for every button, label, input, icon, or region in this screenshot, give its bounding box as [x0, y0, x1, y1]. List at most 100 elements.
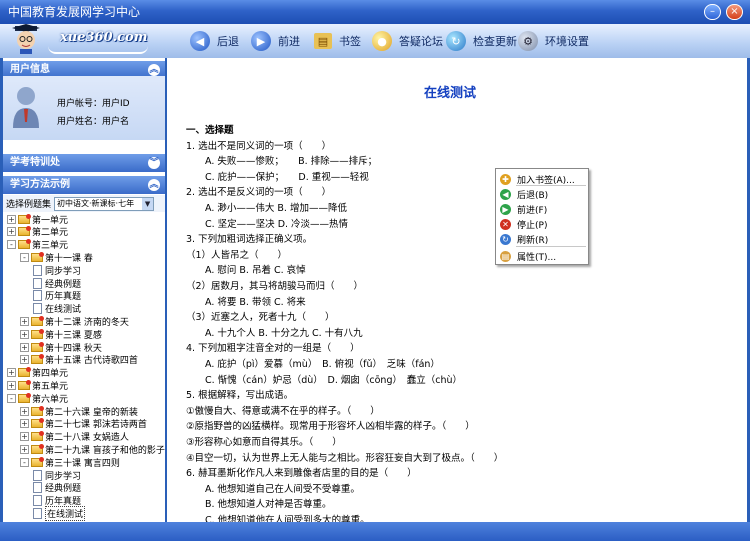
question-line: 6. 赫耳墨斯化作凡人来到雕像者店里的目的是（ ） [186, 468, 417, 480]
nav-forward-button[interactable]: ▶ 前进 [251, 28, 300, 54]
dropdown-arrow-icon[interactable]: ▼ [142, 197, 154, 210]
context-menu-item[interactable]: ◀ 后退(B) [496, 187, 588, 201]
marker-icon [39, 251, 44, 257]
context-menu-label: 前进(F) [517, 205, 548, 216]
tree-toggle-icon[interactable]: + [7, 368, 16, 378]
tree-node[interactable]: 在线测试 [33, 303, 81, 315]
logo: xue360.com [4, 24, 164, 58]
nav-forum-label: 答疑论坛 [399, 35, 443, 48]
document-icon [33, 290, 42, 302]
tree-node-label: 第四单元 [32, 369, 69, 380]
example-set-select[interactable]: 初中语文·新课标·七年 ▼ [54, 196, 155, 211]
tree-node[interactable]: 经典例题 [33, 277, 81, 290]
folder-icon [31, 418, 44, 429]
nav-settings-button[interactable]: ⚙ 环境设置 [518, 28, 589, 54]
marker-icon [39, 405, 44, 411]
document-icon [33, 495, 42, 507]
folder-icon [18, 213, 31, 224]
tree-node[interactable]: 历年真题 [33, 495, 81, 507]
document-icon [33, 277, 42, 289]
example-set-row: 选择例题集 初中语文·新课标·七年 ▼ [3, 195, 165, 212]
tree-toggle-icon[interactable]: - [7, 240, 16, 250]
method-header[interactable]: 学习方法示例 ︽ [3, 176, 165, 194]
close-button[interactable]: × [726, 4, 743, 20]
nav-back-button[interactable]: ◀ 后退 [190, 28, 239, 54]
tree-node[interactable]: + 第二十八课 女娲造人 [20, 431, 129, 443]
tree-node[interactable]: + 第十五课 古代诗歌四首 [20, 354, 138, 366]
tree-toggle-icon[interactable]: + [20, 355, 29, 365]
tree-node[interactable]: 同步学习 [33, 469, 81, 482]
tree-toggle-icon[interactable]: - [20, 457, 29, 467]
tree-node[interactable]: + 第二十七课 郭沫若诗两首 [20, 418, 147, 430]
tree-node-label: 第十三课 夏感 [45, 330, 102, 341]
tree-toggle-icon[interactable]: + [20, 419, 29, 429]
tree-node[interactable]: 同步学习 [33, 264, 81, 277]
collapse-icon[interactable]: ︽ [148, 64, 160, 76]
context-menu-item[interactable]: ✕ 停止(P) [496, 217, 588, 231]
title-bar: 中国教育发展网学习中心 – × [0, 0, 750, 24]
tree-node-label: 第十四课 秋天 [45, 343, 102, 354]
context-menu-item[interactable]: ▶ 前进(F) [496, 202, 588, 216]
nav-update-button[interactable]: ↻ 检查更新 [446, 28, 517, 54]
marker-icon [39, 418, 44, 424]
tree-toggle-icon[interactable]: + [7, 214, 16, 224]
page-title: 在线测试 [423, 86, 476, 101]
context-menu-item[interactable]: ▤ 属性(T)... [496, 249, 588, 263]
tree-toggle-icon[interactable]: + [20, 342, 29, 352]
tree-node[interactable]: 在线测试 [33, 505, 86, 521]
context-menu-label: 停止(P) [517, 220, 548, 231]
back-icon: ◀ [190, 31, 210, 51]
tree-node[interactable]: + 第十二课 济南的冬天 [20, 315, 129, 328]
nav-bookmark-button[interactable]: ▤ 书签 [314, 28, 361, 54]
nav-forum-button[interactable]: ● 答疑论坛 [372, 28, 443, 54]
tree-node[interactable]: + 第二十九课 盲孩子和他的影子 [20, 443, 165, 456]
tree-node[interactable]: 历年真题 [33, 290, 81, 302]
marker-icon [26, 213, 31, 219]
collapse-icon[interactable]: ︽ [148, 179, 160, 191]
expand-icon[interactable]: ︾ [148, 157, 160, 169]
tree-node[interactable]: - 第六单元 [7, 392, 69, 405]
add-bookmark-icon: ✚ [500, 173, 511, 185]
tree-node-label: 第十五课 古代诗歌四首 [45, 356, 138, 367]
folder-icon [31, 341, 44, 352]
status-bar [0, 522, 750, 541]
tree-node[interactable]: 经典例题 [33, 482, 81, 494]
tree-node[interactable]: + 第十四课 秋天 [20, 341, 102, 354]
forward-icon: ▶ [251, 31, 271, 51]
question-line: （3）近塞之人，死者十九（ ） [186, 312, 335, 324]
exam-header[interactable]: 学考特训处 ︾ [3, 154, 165, 172]
question-line: ③形容称心如意而自得其乐。（ ） [186, 437, 342, 448]
question-line: A. 将要 B. 带领 C. 将来 [205, 296, 306, 308]
tree-toggle-icon[interactable]: + [20, 316, 29, 326]
stop-icon: ✕ [500, 218, 511, 230]
folder-icon [18, 239, 31, 250]
tree-toggle-icon[interactable]: + [7, 380, 16, 390]
tree-node[interactable]: + 第二十六课 皇帝的新装 [20, 405, 138, 418]
question-line: （1）人皆吊之（ ） [186, 249, 288, 261]
tree-node[interactable]: + 第五单元 [7, 379, 68, 392]
tree-node-label: 第二十九课 盲孩子和他的影子 [45, 445, 165, 456]
folder-icon [31, 251, 44, 262]
tree-node[interactable]: + 第二单元 [7, 226, 68, 238]
tree-toggle-icon[interactable]: + [20, 444, 29, 454]
tree-node[interactable]: + 第四单元 [7, 367, 68, 379]
tree-node-label: 第六单元 [32, 394, 69, 405]
tree-toggle-icon[interactable]: - [7, 393, 16, 403]
tree-toggle-icon[interactable]: + [20, 329, 29, 339]
tree-toggle-icon[interactable]: - [20, 252, 29, 262]
tree-node-label: 第二单元 [32, 228, 69, 239]
tree-toggle-icon[interactable]: + [20, 406, 29, 416]
minimize-button[interactable]: – [704, 4, 721, 20]
tree-toggle-icon[interactable]: + [7, 227, 16, 237]
context-menu-item[interactable]: ↻ 刷新(R) [496, 232, 588, 246]
context-menu-item[interactable]: ✚ 加入书签(A)... [496, 172, 588, 186]
tree-node[interactable]: + 第十三课 夏感 [20, 328, 102, 341]
tree-node[interactable]: + 第一单元 [7, 213, 68, 226]
tree-node[interactable]: - 第三十课 寓言四则 [20, 456, 120, 469]
back-icon: ◀ [500, 188, 511, 200]
tree-toggle-icon[interactable]: + [20, 432, 29, 442]
brand-swoosh [48, 46, 148, 54]
document-icon [33, 507, 42, 519]
tree-node[interactable]: - 第十一课 春 [20, 251, 93, 264]
tree-node[interactable]: - 第三单元 [7, 239, 68, 251]
